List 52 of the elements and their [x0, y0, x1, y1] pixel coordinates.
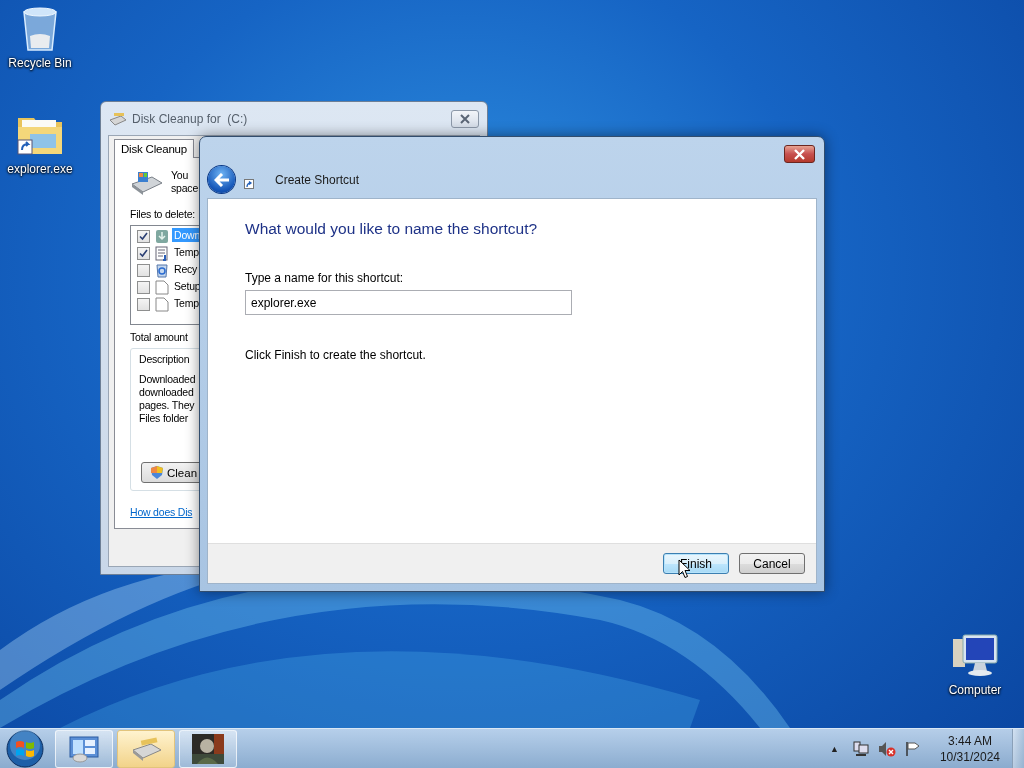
shield-icon — [150, 465, 164, 480]
description-text: pages. They — [139, 399, 195, 412]
description-text: downloaded — [139, 386, 194, 399]
download-icon — [155, 229, 169, 244]
file-item[interactable]: Recy — [172, 262, 200, 276]
checkbox[interactable] — [137, 230, 150, 243]
files-label: Files to delete: — [130, 208, 196, 220]
description-text: Downloaded — [139, 373, 196, 386]
blank-file-icon — [155, 297, 169, 312]
description-text: Files folder — [139, 412, 188, 425]
clock-time[interactable]: 3:44 AM — [947, 732, 992, 749]
tab[interactable]: Disk Cleanup — [114, 139, 194, 158]
close-button[interactable] — [451, 109, 479, 128]
name-field[interactable]: explorer.exe — [245, 290, 572, 315]
shortcut-icon — [244, 179, 254, 189]
recycle-bin-icon — [21, 6, 59, 52]
checkbox[interactable] — [137, 264, 150, 277]
back-arrow-icon — [213, 172, 230, 187]
dialog-button[interactable]: Cancel — [739, 553, 805, 574]
document-icon — [155, 246, 169, 261]
checkbox[interactable] — [137, 247, 150, 260]
desktop-icon-label[interactable]: explorer.exe — [7, 162, 73, 176]
computer-icon — [951, 633, 999, 679]
close-icon — [793, 148, 806, 160]
file-item[interactable]: Temp — [172, 296, 201, 310]
start-button[interactable] — [5, 728, 45, 768]
clock-date[interactable]: 10/31/2024 — [939, 748, 1000, 765]
window-title: Disk Cleanup for (C:) — [132, 111, 248, 126]
show-hidden-icons-button[interactable]: ▲ — [822, 743, 847, 754]
file-item[interactable]: Temp — [172, 245, 201, 259]
speaker-muted-icon[interactable] — [877, 740, 896, 757]
intro-text: You — [171, 169, 189, 182]
blank-file-icon — [155, 280, 169, 295]
network-icon[interactable] — [852, 740, 869, 757]
flag-icon[interactable] — [904, 740, 921, 757]
group-title: Description — [139, 353, 190, 365]
disk-cleanup-icon — [109, 110, 127, 127]
recycle-bin-icon — [155, 263, 169, 278]
checkbox[interactable] — [137, 281, 150, 294]
back-button[interactable] — [208, 166, 235, 193]
close-icon — [459, 113, 471, 124]
control-panel-icon — [68, 734, 100, 763]
field-label: Type a name for this shortcut: — [245, 271, 405, 285]
intro-text: space — [171, 182, 199, 195]
total-label: Total amount — [130, 331, 188, 343]
checkbox[interactable] — [137, 298, 150, 311]
dialog-heading: What would you like to name the shortcut? — [245, 220, 539, 238]
instruction-text: Click Finish to create the shortcut. — [245, 348, 427, 362]
desktop-icon-label[interactable]: Computer — [948, 683, 1002, 697]
desktop-icon-label[interactable]: Recycle Bin — [8, 56, 72, 70]
close-button[interactable] — [784, 145, 815, 163]
dialog-title: Create Shortcut — [275, 173, 360, 187]
